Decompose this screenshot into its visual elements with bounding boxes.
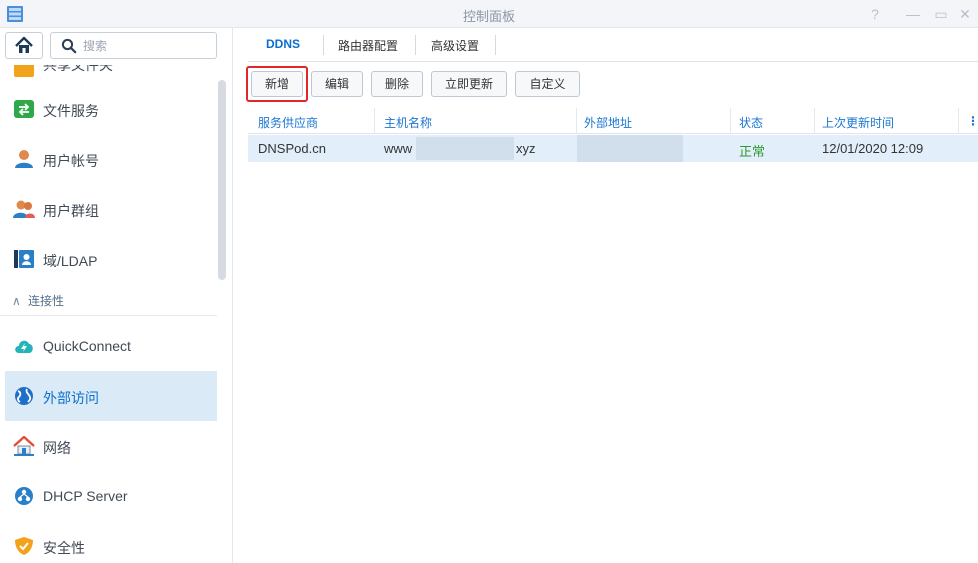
column-separator <box>958 108 959 134</box>
redacted-address-mask <box>577 135 683 162</box>
window-title: 控制面板 <box>462 9 515 24</box>
sidebar-item-label: 用户群组 <box>43 203 99 219</box>
dhcp-icon <box>15 487 33 505</box>
sidebar-item-domain-ldap[interactable]: 域/LDAP <box>5 234 217 284</box>
delete-button[interactable]: 删除 <box>371 71 423 97</box>
highlight-box <box>246 66 308 102</box>
search-box[interactable] <box>50 32 217 59</box>
tab-separator <box>415 35 416 55</box>
folder-share-icon <box>14 65 34 77</box>
maximize-icon[interactable]: ▭ <box>930 3 952 25</box>
search-icon <box>61 38 77 54</box>
customize-button[interactable]: 自定义 <box>515 71 580 97</box>
user-icon <box>15 150 33 168</box>
sidebar: 共享文件夹 文件服务 用户帐号 用户群组 域/LD <box>0 28 233 563</box>
table-row[interactable]: DNSPod.cn www xyz 正常 12/01/2020 12:09 <box>248 135 978 162</box>
sidebar-scrollbar[interactable] <box>218 80 226 280</box>
column-header-external-address[interactable]: 外部地址 <box>584 114 632 131</box>
sidebar-item-label: 共享文件夹 <box>43 65 113 73</box>
sidebar-item-label: 安全性 <box>43 540 85 556</box>
network-house-icon <box>13 436 35 456</box>
cell-provider: DNSPod.cn <box>258 141 326 156</box>
help-icon[interactable]: ? <box>864 3 886 25</box>
close-icon[interactable]: ✕ <box>954 3 976 25</box>
group-icon <box>13 200 35 218</box>
cell-hostname-suffix: xyz <box>516 141 536 156</box>
column-header-provider[interactable]: 服务供应商 <box>258 114 318 131</box>
tab-ddns[interactable]: DDNS <box>266 32 300 58</box>
column-separator <box>814 108 815 134</box>
tab-separator <box>323 35 324 55</box>
sidebar-item-network[interactable]: 网络 <box>5 421 217 471</box>
title-bar: 控制面板 ? — ▭ ✕ <box>0 0 978 28</box>
column-separator <box>374 108 375 134</box>
sidebar-item-label: 外部访问 <box>43 390 99 406</box>
sidebar-item-label: QuickConnect <box>43 338 131 354</box>
section-header-label: 连接性 <box>28 294 65 308</box>
cell-hostname-prefix: www <box>384 141 413 156</box>
sidebar-item-external-access[interactable]: 外部访问 <box>5 371 217 421</box>
globe-icon <box>15 387 33 405</box>
column-header-hostname[interactable]: 主机名称 <box>384 114 432 131</box>
sidebar-item-dhcp-server[interactable]: DHCP Server <box>5 471 217 521</box>
minimize-icon[interactable]: — <box>902 3 924 25</box>
column-separator <box>576 108 577 134</box>
tabs-underline <box>248 61 978 62</box>
sidebar-item-label: DHCP Server <box>43 488 128 504</box>
quickconnect-icon <box>15 340 33 353</box>
cell-status: 正常 <box>739 144 766 159</box>
column-menu-icon[interactable]: ⋮ <box>967 114 978 128</box>
sidebar-item-quickconnect[interactable]: QuickConnect <box>5 321 217 371</box>
file-services-icon <box>14 100 34 118</box>
cell-last-update: 12/01/2020 12:09 <box>822 141 924 156</box>
home-icon <box>15 36 33 53</box>
sidebar-item-file-services[interactable]: 文件服务 <box>5 84 217 134</box>
tab-router-config[interactable]: 路由器配置 <box>338 32 398 58</box>
domain-ldap-icon <box>14 250 34 268</box>
column-separator <box>730 108 731 134</box>
edit-button[interactable]: 编辑 <box>311 71 363 97</box>
tab-advanced-settings[interactable]: 高级设置 <box>431 32 479 58</box>
shield-icon <box>15 537 33 555</box>
section-divider <box>0 315 217 316</box>
sidebar-item-label: 用户帐号 <box>43 153 99 169</box>
chevron-up-icon: ∧ <box>12 294 21 308</box>
sidebar-item-user[interactable]: 用户帐号 <box>5 134 217 184</box>
redacted-hostname-mask <box>416 137 514 160</box>
column-header-status[interactable]: 状态 <box>739 114 763 131</box>
tab-separator <box>495 35 496 55</box>
sidebar-item-label: 网络 <box>43 440 71 456</box>
sidebar-item-group[interactable]: 用户群组 <box>5 184 217 234</box>
sidebar-item-label: 域/LDAP <box>43 253 98 269</box>
search-input[interactable] <box>83 38 203 54</box>
section-header-connectivity[interactable]: ∧ 连接性 <box>12 292 64 309</box>
sidebar-item-label: 文件服务 <box>43 103 99 119</box>
sidebar-item-security[interactable]: 安全性 <box>5 521 217 563</box>
column-header-last-update[interactable]: 上次更新时间 <box>822 114 894 131</box>
table-header: 服务供应商 主机名称 外部地址 状态 上次更新时间 ⋮ <box>248 108 978 134</box>
update-now-button[interactable]: 立即更新 <box>431 71 507 97</box>
home-button[interactable] <box>5 32 43 59</box>
